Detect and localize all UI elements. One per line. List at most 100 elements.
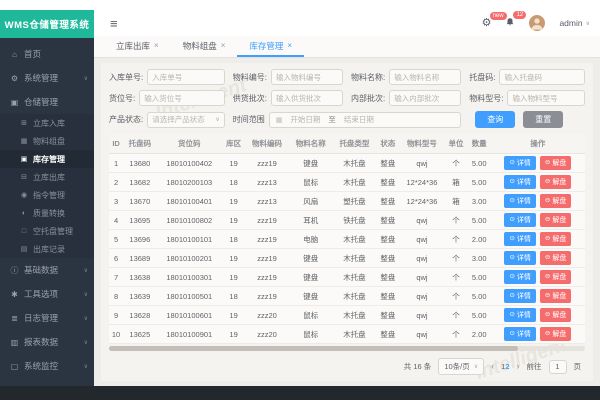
- date-range-picker[interactable]: ▦开始日期至结束日期: [269, 112, 461, 128]
- release-pallet-button[interactable]: ⊖解盘: [540, 213, 571, 227]
- sidebar-subitem-立库出库[interactable]: ⊟立库出库: [0, 168, 94, 186]
- settings-gear-icon[interactable]: ⚙new: [482, 18, 492, 29]
- detail-button[interactable]: ⊙详情: [504, 289, 535, 303]
- release-pallet-button[interactable]: ⊖解盘: [540, 156, 571, 170]
- table-cell: qwj: [400, 306, 445, 325]
- sidebar-item-报表数据[interactable]: ▥报表数据∨: [0, 330, 94, 354]
- page-number-2[interactable]: 2: [505, 362, 509, 371]
- sidebar-item-日志管理[interactable]: ≣日志管理∨: [0, 306, 94, 330]
- filter-input[interactable]: [271, 90, 343, 106]
- sidebar-subitem-质量转换[interactable]: ◐质量转换: [0, 204, 94, 222]
- sidebar-item-系统管理[interactable]: ⚙系统管理∨: [0, 66, 94, 90]
- table-cell: 3.00: [468, 249, 491, 268]
- filter-input[interactable]: [389, 90, 461, 106]
- tab-立库出库[interactable]: 立库出库 ×: [104, 36, 171, 57]
- notification-bell-icon[interactable]: 12: [505, 17, 515, 30]
- info-circle-icon: ⊙: [509, 255, 514, 262]
- filter-input[interactable]: [271, 69, 343, 85]
- table-cell: 键盘: [289, 154, 333, 173]
- status-select[interactable]: 请选择产品状态∨: [147, 112, 225, 128]
- tab-物料组盘[interactable]: 物料组盘×: [171, 36, 238, 57]
- scrollbar-thumb[interactable]: [109, 346, 518, 351]
- release-pallet-button[interactable]: ⊖解盘: [540, 232, 571, 246]
- tab-close-icon[interactable]: ×: [154, 41, 159, 50]
- info-circle-icon: ⊙: [509, 312, 514, 319]
- release-pallet-button[interactable]: ⊖解盘: [540, 175, 571, 189]
- table-cell: 木托盘: [333, 173, 377, 192]
- release-pallet-button[interactable]: ⊖解盘: [540, 270, 571, 284]
- table-cell: 2.00: [468, 230, 491, 249]
- tab-库存管理[interactable]: 库存管理 ×: [237, 36, 304, 57]
- sidebar: ⌂首页⚙系统管理∨▣仓储管理⊞立库入库▦物料组盘▣库存管理⊟立库出库◉指令管理◐…: [0, 38, 94, 386]
- filter-input[interactable]: [139, 90, 225, 106]
- chevron-down-icon: ∨: [84, 291, 88, 298]
- goto-page-input[interactable]: [549, 360, 567, 374]
- sidebar-item-首页[interactable]: ⌂首页: [0, 42, 94, 66]
- table-cell: qwj: [400, 268, 445, 287]
- sidebar-collapse-icon[interactable]: ≡: [110, 16, 118, 31]
- table-cell: 13680: [123, 154, 156, 173]
- filter-input[interactable]: [499, 69, 585, 85]
- submenu-icon: ⊟: [20, 173, 28, 181]
- tab-close-icon[interactable]: ×: [221, 41, 226, 50]
- detail-button[interactable]: ⊙详情: [504, 251, 535, 265]
- user-avatar[interactable]: [529, 15, 545, 31]
- table-cell: 13695: [123, 211, 156, 230]
- table-header: ID托盘码货位码库区物料编码物料名称托盘类型状态物料型号单位数量操作: [109, 134, 585, 154]
- sidebar-subitem-空托盘管理[interactable]: □空托盘管理: [0, 222, 94, 240]
- sidebar-item-工具选项[interactable]: ✱工具选项∨: [0, 282, 94, 306]
- username-menu[interactable]: admin ∨: [559, 18, 590, 28]
- filter-input[interactable]: [389, 69, 461, 85]
- menu-icon: ⌂: [10, 50, 19, 59]
- detail-button[interactable]: ⊙详情: [504, 327, 535, 341]
- info-circle-icon: ⊙: [509, 331, 514, 338]
- horizontal-scrollbar[interactable]: [109, 346, 585, 351]
- tab-close-icon[interactable]: ×: [287, 41, 292, 50]
- sidebar-item-label: 日志管理: [24, 312, 58, 324]
- detail-button[interactable]: ⊙详情: [504, 213, 535, 227]
- detail-button[interactable]: ⊙详情: [504, 156, 535, 170]
- sidebar-subitem-立库入库[interactable]: ⊞立库入库: [0, 114, 94, 132]
- release-pallet-button[interactable]: ⊖解盘: [540, 251, 571, 265]
- caret-down-icon: ∨: [586, 20, 590, 27]
- sidebar-item-仓储管理[interactable]: ▣仓储管理: [0, 90, 94, 114]
- detail-button[interactable]: ⊙详情: [504, 308, 535, 322]
- detail-button-label: 详情: [517, 253, 531, 263]
- page-unit-label: 页: [574, 361, 582, 372]
- sidebar-subitem-指令管理[interactable]: ◉指令管理: [0, 186, 94, 204]
- chevron-down-icon: ∨: [84, 75, 88, 82]
- sidebar-item-系统监控[interactable]: ▢系统监控∨: [0, 354, 94, 378]
- sidebar-subitem-库存管理[interactable]: ▣库存管理: [0, 150, 94, 168]
- table-cell: 19: [222, 154, 245, 173]
- sidebar-subitem-出库记录[interactable]: ▤出库记录: [0, 240, 94, 258]
- sidebar-item-基础数据[interactable]: ⓘ基础数据∨: [0, 258, 94, 282]
- release-pallet-button[interactable]: ⊖解盘: [540, 194, 571, 208]
- release-pallet-button[interactable]: ⊖解盘: [540, 289, 571, 303]
- sidebar-subitem-物料组盘[interactable]: ▦物料组盘: [0, 132, 94, 150]
- column-header-货位码: 货位码: [157, 134, 222, 154]
- filter-label: 内部批次:: [351, 93, 385, 104]
- sidebar-subitem-label: 质量转换: [33, 208, 65, 219]
- release-pallet-button[interactable]: ⊖解盘: [540, 327, 571, 341]
- reset-button[interactable]: 重置: [523, 111, 563, 128]
- page-size-select[interactable]: 10条/页 ∨: [438, 358, 484, 375]
- release-button-label: 解盘: [552, 234, 566, 244]
- tab-label: 立库出库: [116, 40, 150, 52]
- filter-input[interactable]: [147, 69, 225, 85]
- search-button[interactable]: 查询: [475, 111, 515, 128]
- table-cell: 6: [109, 249, 123, 268]
- detail-button[interactable]: ⊙详情: [504, 232, 535, 246]
- table-cell: zzz19: [245, 211, 289, 230]
- table-cell: 19: [222, 325, 245, 344]
- detail-button[interactable]: ⊙详情: [504, 194, 535, 208]
- select-placeholder: 请选择产品状态: [152, 114, 205, 125]
- next-page-button[interactable]: ›: [517, 362, 520, 371]
- filter-input[interactable]: [507, 90, 585, 106]
- table-cell: 整盘: [376, 268, 399, 287]
- menu-icon: ▢: [10, 362, 19, 371]
- release-pallet-button[interactable]: ⊖解盘: [540, 308, 571, 322]
- prev-page-button[interactable]: ‹: [491, 362, 494, 371]
- detail-button[interactable]: ⊙详情: [504, 270, 535, 284]
- tab-label: 库存管理: [249, 40, 283, 52]
- detail-button[interactable]: ⊙详情: [504, 175, 535, 189]
